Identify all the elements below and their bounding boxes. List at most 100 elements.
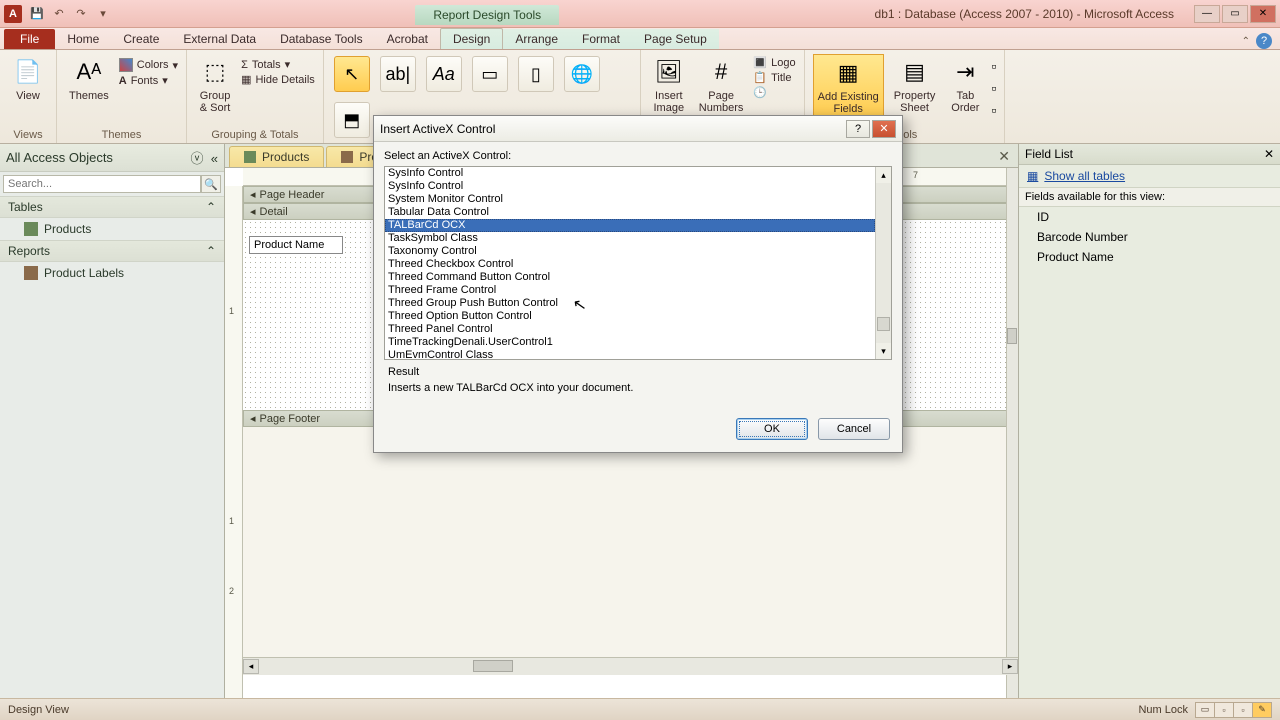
vertical-ruler: 112	[225, 186, 243, 698]
list-item[interactable]: TALBarCd OCX	[385, 219, 875, 232]
list-item[interactable]: Threed Command Button Control	[385, 271, 875, 284]
list-item[interactable]: UmEvmControl Class	[385, 349, 875, 359]
convert-macros-button[interactable]: ▫	[991, 102, 996, 118]
button-control[interactable]: ▭	[472, 56, 508, 92]
search-button[interactable]: 🔍	[201, 175, 221, 193]
textbox-control[interactable]: ab|	[380, 56, 416, 92]
view-button[interactable]: 📄 View	[8, 54, 48, 104]
label-control[interactable]: Aa	[426, 56, 462, 92]
redo-icon[interactable]: ↷	[72, 5, 90, 23]
add-existing-fields-button[interactable]: ▦ Add Existing Fields	[813, 54, 884, 118]
tab-order-icon: ⇥	[949, 56, 981, 88]
group-sort-button[interactable]: ⬚ Group & Sort	[195, 54, 235, 116]
app-icon[interactable]: A	[4, 5, 22, 23]
file-tab[interactable]: File	[4, 29, 55, 49]
minimize-ribbon-icon[interactable]: ⌃	[1242, 36, 1250, 47]
tab-order-button[interactable]: ⇥ Tab Order	[945, 54, 985, 116]
list-item[interactable]: Threed Option Button Control	[385, 310, 875, 323]
field-id[interactable]: ID	[1019, 207, 1280, 227]
tab-control[interactable]: ▯	[518, 56, 554, 92]
view-code-button[interactable]: ▫	[991, 80, 996, 96]
activex-listbox[interactable]: SysInfo ControlSysInfo ControlSystem Mon…	[384, 166, 892, 360]
nav-item-product-labels[interactable]: Product Labels	[0, 262, 224, 284]
maximize-button[interactable]: ▭	[1222, 5, 1248, 23]
search-input[interactable]	[3, 175, 201, 193]
save-icon[interactable]: 💾	[28, 5, 46, 23]
minimize-button[interactable]: —	[1194, 5, 1220, 23]
scroll-up-icon[interactable]: ▴	[876, 167, 891, 183]
list-item[interactable]: SysInfo Control	[385, 180, 875, 193]
scroll-down-icon[interactable]: ▾	[876, 343, 891, 359]
tab-database-tools[interactable]: Database Tools	[268, 29, 375, 49]
tab-external-data[interactable]: External Data	[171, 29, 268, 49]
close-field-list-button[interactable]: ✕	[1264, 147, 1274, 161]
list-item[interactable]: Threed Panel Control	[385, 323, 875, 336]
tab-home[interactable]: Home	[55, 29, 111, 49]
help-icon[interactable]: ?	[1256, 33, 1272, 49]
dialog-help-button[interactable]: ?	[846, 120, 870, 138]
close-button[interactable]: ✕	[1250, 5, 1276, 23]
hide-details-button[interactable]: ▦ Hide Details	[241, 73, 315, 86]
tab-page-setup[interactable]: Page Setup	[632, 29, 719, 49]
combo-control[interactable]: ⬒	[334, 102, 370, 138]
field-barcode-number[interactable]: Barcode Number	[1019, 227, 1280, 247]
subreport-button[interactable]: ▫	[991, 58, 996, 74]
scroll-left-icon[interactable]: ◂	[243, 659, 259, 674]
scroll-right-icon[interactable]: ▸	[1002, 659, 1018, 674]
list-item[interactable]: Taxonomy Control	[385, 245, 875, 258]
listbox-scrollbar[interactable]: ▴ ▾	[875, 167, 891, 359]
list-item[interactable]: Tabular Data Control	[385, 206, 875, 219]
nav-header[interactable]: All Access Objects ⓥ «	[0, 144, 224, 172]
layout-view-button[interactable]: ▫	[1233, 702, 1253, 718]
themes-button[interactable]: Aᴬ Themes	[65, 54, 113, 104]
hyperlink-control[interactable]: 🌐	[564, 56, 600, 92]
logo-button[interactable]: 🔳 Logo	[753, 56, 795, 69]
property-sheet-button[interactable]: ▤ Property Sheet	[890, 54, 940, 116]
list-item[interactable]: System Monitor Control	[385, 193, 875, 206]
nav-group-tables[interactable]: Tables⌃	[0, 196, 224, 218]
report-icon	[24, 266, 38, 280]
field-list-title: Field List	[1025, 147, 1073, 161]
show-all-tables-link[interactable]: ▦Show all tables	[1019, 165, 1280, 188]
undo-icon[interactable]: ↶	[50, 5, 68, 23]
colors-button[interactable]: Colors ▾	[119, 58, 178, 72]
tab-format[interactable]: Format	[570, 29, 632, 49]
report-view-button[interactable]: ▭	[1195, 702, 1215, 718]
insert-image-button[interactable]: 🖼 Insert Image	[649, 54, 689, 116]
quick-access-toolbar: 💾 ↶ ↷ ▾	[28, 5, 112, 23]
fonts-button[interactable]: AFonts ▾	[119, 74, 178, 87]
footer-body[interactable]	[243, 427, 1018, 657]
cancel-button[interactable]: Cancel	[818, 418, 890, 440]
dialog-close-button[interactable]: ✕	[872, 120, 896, 138]
ok-button[interactable]: OK	[736, 418, 808, 440]
qat-customize-icon[interactable]: ▾	[94, 5, 112, 23]
list-item[interactable]: Threed Checkbox Control	[385, 258, 875, 271]
close-tab-button[interactable]: ✕	[990, 146, 1018, 167]
horizontal-scrollbar[interactable]: ◂ ▸	[243, 657, 1018, 675]
totals-button[interactable]: Σ Totals ▾	[241, 58, 315, 71]
tab-acrobat[interactable]: Acrobat	[375, 29, 440, 49]
list-item[interactable]: TaskSymbol Class	[385, 232, 875, 245]
select-control[interactable]: ↖	[334, 56, 370, 92]
field-product-name[interactable]: Product Name	[249, 236, 343, 254]
insert-image-icon: 🖼	[653, 56, 685, 88]
window-title: db1 : Database (Access 2007 - 2010) - Mi…	[875, 7, 1174, 21]
list-item[interactable]: Threed Frame Control	[385, 284, 875, 297]
tab-arrange[interactable]: Arrange	[503, 29, 570, 49]
tab-design[interactable]: Design	[440, 28, 503, 49]
field-product-name[interactable]: Product Name	[1019, 247, 1280, 267]
nav-item-products[interactable]: Products	[0, 218, 224, 240]
list-item[interactable]: SysInfo Control	[385, 167, 875, 180]
tab-create[interactable]: Create	[111, 29, 171, 49]
page-numbers-button[interactable]: # Page Numbers	[695, 54, 748, 116]
design-view-button[interactable]: ✎	[1252, 702, 1272, 718]
status-bar: Design View Num Lock ▭ ▫ ▫ ✎	[0, 698, 1280, 720]
list-item[interactable]: TimeTrackingDenali.UserControl1	[385, 336, 875, 349]
nav-group-reports[interactable]: Reports⌃	[0, 240, 224, 262]
list-item[interactable]: Threed Group Push Button Control	[385, 297, 875, 310]
print-preview-button[interactable]: ▫	[1214, 702, 1234, 718]
vertical-scrollbar[interactable]	[1006, 168, 1018, 698]
title-button[interactable]: 📋 Title	[753, 71, 795, 84]
date-time-button[interactable]: 🕒	[753, 86, 795, 99]
doc-tab-products[interactable]: Products	[229, 146, 324, 167]
